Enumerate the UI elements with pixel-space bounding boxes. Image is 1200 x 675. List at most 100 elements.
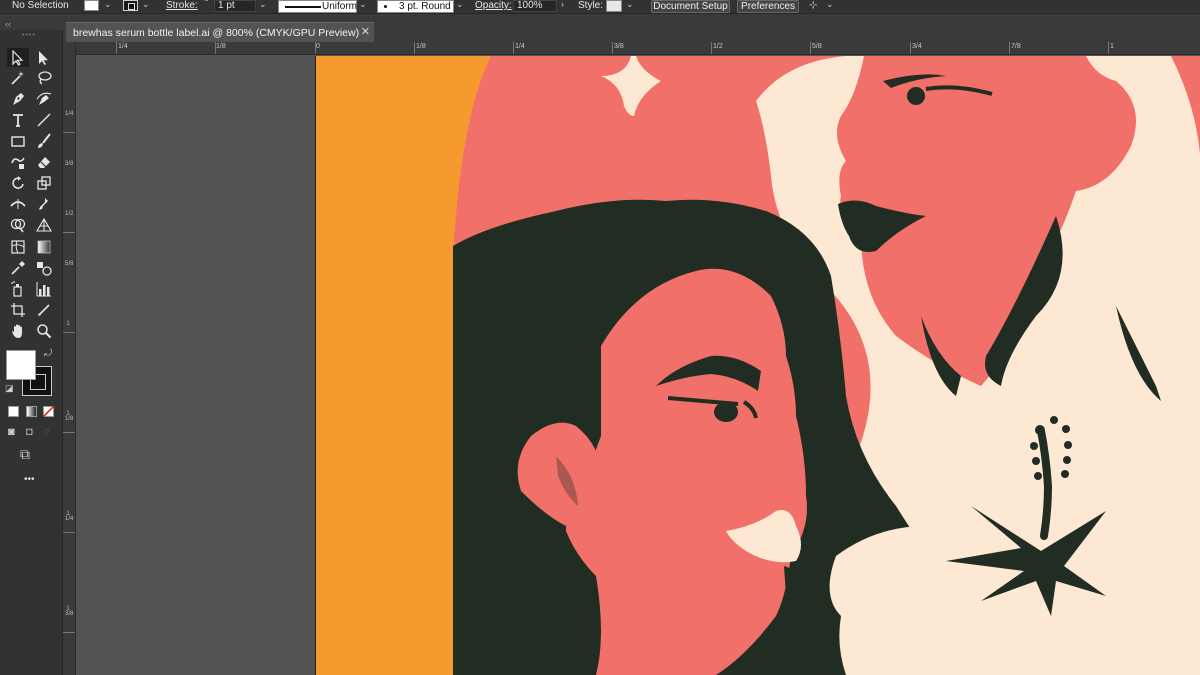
ruler-label: 0 (316, 43, 320, 50)
collapse-panels-icon[interactable]: ‹‹ (5, 19, 11, 29)
toolbar-grip[interactable]: •••• (22, 32, 36, 39)
document-setup-button[interactable]: Document Setup (651, 0, 730, 13)
ruler-major-tick (63, 332, 75, 333)
ruler-label: 1 1/4 (65, 511, 74, 522)
zoom-tool-icon[interactable] (33, 321, 55, 340)
scale-tool-icon[interactable] (33, 173, 55, 192)
ruler-major-tick (414, 42, 415, 54)
ruler-major-tick (612, 42, 613, 54)
rectangle-tool-icon[interactable] (7, 131, 29, 150)
draw-behind-icon[interactable]: ◘ (26, 426, 33, 438)
slice-tool-icon[interactable] (33, 300, 55, 319)
document-tab-title: brewhas serum bottle label.ai @ 800% (CM… (73, 27, 360, 39)
ruler-major-tick (513, 42, 514, 54)
perspective-grid-tool-icon[interactable] (33, 215, 55, 234)
stamen-dot (1063, 456, 1071, 464)
variable-width-profile-dropdown[interactable]: Uniform (278, 0, 357, 13)
ruler-label: 1/4 (515, 43, 525, 50)
ruler-label: 1/8 (216, 43, 226, 50)
swap-fill-stroke-icon[interactable]: ⤾ (44, 348, 52, 359)
default-fill-stroke-icon[interactable]: ◪ (5, 383, 14, 394)
graphic-style-swatch[interactable] (606, 0, 622, 12)
ruler-major-tick (1108, 42, 1109, 54)
shaper-tool-icon[interactable] (7, 152, 29, 171)
stroke-profile-line-icon (285, 6, 321, 8)
paintbrush-tool-icon[interactable] (33, 131, 55, 150)
width-tool-icon[interactable] (7, 194, 29, 213)
style-label: Style: (578, 0, 604, 11)
lasso-tool-icon[interactable] (33, 68, 55, 87)
gradient-mode-icon[interactable] (26, 406, 37, 417)
hand-tool-icon[interactable] (7, 321, 29, 340)
brush-dot-icon (384, 5, 387, 8)
rotate-tool-icon[interactable] (7, 173, 29, 192)
style-chevron-icon[interactable]: ⌄ (626, 0, 634, 10)
eyedropper-tool-icon[interactable] (7, 258, 29, 277)
brush-definition-label: 3 pt. Round (399, 1, 451, 12)
ruler-major-tick (315, 42, 316, 54)
artboard-tool-icon[interactable] (7, 300, 29, 319)
change-screen-mode-icon[interactable]: ⧉ (20, 446, 30, 463)
ruler-label: 3/8 (65, 161, 74, 167)
opacity-label[interactable]: Opacity: (475, 0, 512, 12)
stamen-dot (1062, 425, 1070, 433)
document-tab[interactable]: brewhas serum bottle label.ai @ 800% (CM… (66, 22, 374, 42)
stamen-dot (1034, 472, 1042, 480)
label-illustration[interactable] (316, 56, 1200, 675)
eraser-tool-icon[interactable] (33, 152, 55, 171)
preferences-button[interactable]: Preferences (737, 0, 799, 13)
color-mode-icon[interactable] (8, 406, 19, 417)
direct-selection-tool-icon[interactable] (33, 48, 55, 67)
stroke-dropdown-chevron-icon[interactable]: ⌄ (142, 0, 150, 10)
ruler-label: 1 (66, 321, 70, 327)
stamen-dot (1035, 425, 1045, 435)
mesh-tool-icon[interactable] (7, 237, 29, 256)
tools-panel: •••• ⤾ ◪ ◙ ◘ ◌ ⧉ ••• (0, 30, 63, 675)
fill-color-box[interactable] (6, 350, 36, 380)
opacity-arrow-icon[interactable]: › (561, 0, 564, 9)
arrange-chevron-icon[interactable]: ⌄ (826, 0, 834, 10)
shape-builder-tool-icon[interactable] (7, 215, 29, 234)
brush-definition-dropdown[interactable]: 3 pt. Round (377, 0, 454, 13)
column-graph-tool-icon[interactable] (33, 279, 55, 298)
vertical-ruler[interactable]: 1/4 3/8 1/2 5/8 1 1 1/8 1 1/4 1 3/8 (63, 42, 76, 675)
ruler-label: 3/4 (912, 43, 922, 50)
artboard[interactable] (315, 56, 1200, 675)
ruler-label: 1/2 (713, 43, 723, 50)
stroke-label[interactable]: Stroke: (166, 0, 198, 12)
line-segment-tool-icon[interactable] (33, 110, 55, 129)
ruler-label: 1/8 (416, 43, 426, 50)
ruler-major-tick (63, 432, 75, 433)
pen-tool-icon[interactable] (7, 89, 29, 108)
stroke-color-swatch[interactable] (123, 0, 138, 11)
opacity-field[interactable]: 100% (513, 0, 557, 12)
close-tab-icon[interactable]: ✕ (361, 25, 370, 38)
fill-color-swatch[interactable] (84, 0, 99, 11)
edit-toolbar-icon[interactable]: ••• (24, 474, 35, 485)
stroke-weight-chevron-icon[interactable]: ⌄ (259, 0, 267, 10)
ruler-label: 5/8 (812, 43, 822, 50)
fill-dropdown-chevron-icon[interactable]: ⌄ (104, 0, 112, 10)
horizontal-ruler[interactable]: 1/4 1/8 0 1/8 1/4 3/8 1/2 5/8 3/4 7/8 1 (63, 42, 1200, 55)
brush-chevron-icon[interactable]: ⌄ (456, 0, 464, 10)
draw-inside-icon[interactable]: ◌ (43, 426, 50, 438)
selection-tool-icon[interactable] (7, 48, 29, 67)
ruler-major-tick (63, 532, 75, 533)
puppet-warp-tool-icon[interactable] (33, 194, 55, 213)
curvature-tool-icon[interactable] (33, 89, 55, 108)
magic-wand-tool-icon[interactable] (7, 68, 29, 87)
type-tool-icon[interactable] (7, 110, 29, 129)
profile-chevron-icon[interactable]: ⌄ (359, 0, 367, 10)
gradient-tool-icon[interactable] (33, 237, 55, 256)
blend-tool-icon[interactable] (33, 258, 55, 277)
ruler-label: 1/4 (118, 43, 128, 50)
none-mode-icon[interactable] (43, 406, 54, 417)
stroke-weight-stepper-icon[interactable]: ⌃ (203, 0, 210, 7)
symbol-sprayer-tool-icon[interactable] (7, 279, 29, 298)
arrange-documents-icon[interactable]: ⊹ (809, 0, 817, 12)
draw-normal-icon[interactable]: ◙ (8, 426, 15, 438)
stamen-dot (1050, 416, 1058, 424)
ruler-label: 1 3/8 (65, 606, 74, 617)
stamen-dot (1064, 441, 1072, 449)
stroke-weight-field[interactable]: 1 pt (214, 0, 256, 12)
